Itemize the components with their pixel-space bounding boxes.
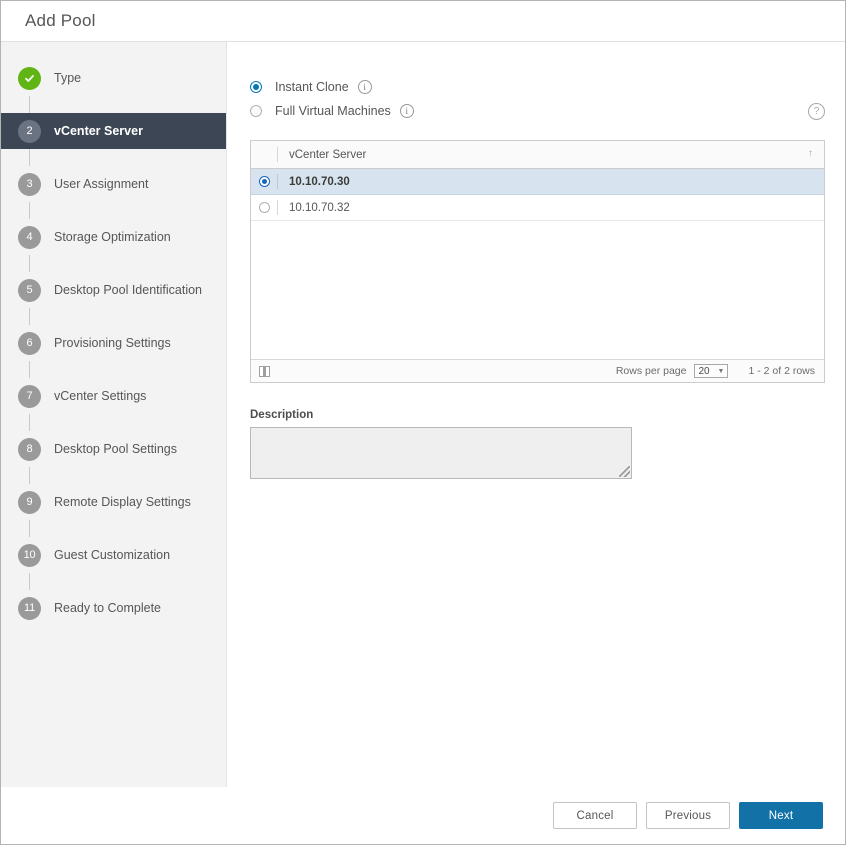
sidebar-step-type[interactable]: Type [1, 60, 226, 96]
sidebar-step-vcenter-server[interactable]: 2 vCenter Server [1, 113, 226, 149]
sidebar-step-vcenter-settings[interactable]: 7 vCenter Settings [1, 378, 226, 414]
radio-option-full-virtual-machines[interactable]: Full Virtual Machines i [250, 100, 845, 122]
add-pool-dialog: Add Pool Type 2 vCenter Server 3 User Assign… [0, 0, 846, 845]
dialog-footer: Cancel Previous Next [1, 787, 845, 844]
sidebar-step-label: Guest Customization [54, 548, 170, 562]
sort-ascending-icon[interactable]: ↑ [808, 148, 813, 159]
row-select-cell[interactable] [251, 202, 277, 213]
previous-button[interactable]: Previous [646, 802, 730, 829]
step-connector-line [29, 467, 30, 484]
step-number-badge: 11 [18, 597, 41, 620]
chevron-down-icon: ▼ [718, 368, 725, 375]
step-number-badge: 8 [18, 438, 41, 461]
sidebar-step-label: vCenter Settings [54, 389, 146, 403]
step-connector-line [29, 308, 30, 325]
radio-button[interactable] [250, 105, 262, 117]
step-number-badge: 9 [18, 491, 41, 514]
table-row[interactable]: 10.10.70.32 [251, 195, 824, 221]
step-number-badge: 7 [18, 385, 41, 408]
sidebar-step-label: vCenter Server [54, 124, 143, 138]
sidebar-step-label: Desktop Pool Settings [54, 442, 177, 456]
dialog-titlebar: Add Pool [1, 1, 845, 42]
cancel-button[interactable]: Cancel [553, 802, 637, 829]
sidebar-step-label: Storage Optimization [54, 230, 171, 244]
table-header-select-col [251, 141, 277, 168]
table-body: 10.10.70.30 10.10.70.32 [251, 169, 824, 359]
info-icon[interactable]: i [400, 104, 414, 118]
dialog-body: Type 2 vCenter Server 3 User Assignment 4 Stor… [1, 42, 845, 787]
row-select-cell[interactable] [251, 176, 277, 187]
rows-per-page-label: Rows per page [616, 365, 687, 377]
step-connector-line [29, 414, 30, 431]
wizard-sidebar: Type 2 vCenter Server 3 User Assignment 4 Stor… [1, 42, 227, 787]
table-footer: Rows per page 20 ▼ 1 - 2 of 2 rows [251, 359, 824, 382]
step-number-badge: 2 [18, 120, 41, 143]
sidebar-step-user-assignment[interactable]: 3 User Assignment [1, 166, 226, 202]
sidebar-step-label: Type [54, 71, 81, 85]
step-connector-line [29, 361, 30, 378]
table-row[interactable]: 10.10.70.30 [251, 169, 824, 195]
sidebar-step-storage-optimization[interactable]: 4 Storage Optimization [1, 219, 226, 255]
resize-handle-icon[interactable] [619, 466, 630, 477]
sidebar-step-remote-display-settings[interactable]: 9 Remote Display Settings [1, 484, 226, 520]
radio-label: Instant Clone [275, 80, 349, 94]
page-title: Add Pool [25, 11, 96, 31]
step-number-badge: 5 [18, 279, 41, 302]
table-header-vcenter-server[interactable]: vCenter Server [277, 147, 824, 162]
row-vcenter-server-value: 10.10.70.32 [277, 200, 824, 215]
next-button[interactable]: Next [739, 802, 823, 829]
step-connector-line [29, 520, 30, 537]
step-connector-line [29, 573, 30, 590]
sidebar-step-ready-to-complete[interactable]: 11 Ready to Complete [1, 590, 226, 626]
radio-button[interactable] [250, 81, 262, 93]
step-number-badge: 10 [18, 544, 41, 567]
sidebar-step-label: Remote Display Settings [54, 495, 191, 509]
step-number-badge: 6 [18, 332, 41, 355]
sidebar-step-label: Provisioning Settings [54, 336, 171, 350]
description-input[interactable] [250, 427, 632, 479]
table-header-row: vCenter Server ↑ [251, 141, 824, 169]
step-number-badge: 4 [18, 226, 41, 249]
sidebar-step-guest-customization[interactable]: 10 Guest Customization [1, 537, 226, 573]
help-icon[interactable]: ? [808, 103, 825, 120]
step-connector-line [29, 202, 30, 219]
step-complete-check-icon [18, 67, 41, 90]
sidebar-step-desktop-pool-settings[interactable]: 8 Desktop Pool Settings [1, 431, 226, 467]
main-content: ? Instant Clone i Full Virtual Machines i v… [227, 42, 845, 787]
step-connector-line [29, 255, 30, 272]
rows-per-page-value: 20 [698, 366, 709, 377]
description-label: Description [250, 409, 845, 421]
row-count-label: 1 - 2 of 2 rows [748, 365, 815, 377]
radio-option-instant-clone[interactable]: Instant Clone i [250, 76, 845, 98]
row-vcenter-server-value: 10.10.70.30 [277, 174, 824, 189]
sidebar-step-provisioning-settings[interactable]: 6 Provisioning Settings [1, 325, 226, 361]
step-connector-line [29, 96, 30, 113]
step-number-badge: 3 [18, 173, 41, 196]
column-picker-icon[interactable] [259, 366, 270, 377]
sidebar-step-label: Ready to Complete [54, 601, 161, 615]
description-block: Description [250, 409, 845, 479]
row-radio-button[interactable] [259, 202, 270, 213]
info-icon[interactable]: i [358, 80, 372, 94]
sidebar-step-label: Desktop Pool Identification [54, 283, 202, 297]
sidebar-step-label: User Assignment [54, 177, 148, 191]
clone-type-radio-group: Instant Clone i Full Virtual Machines i [227, 42, 845, 122]
step-connector-line [29, 149, 30, 166]
row-radio-button[interactable] [259, 176, 270, 187]
radio-label: Full Virtual Machines [275, 104, 391, 118]
sidebar-step-desktop-pool-identification[interactable]: 5 Desktop Pool Identification [1, 272, 226, 308]
vcenter-server-table: vCenter Server ↑ 10.10.70.3010.10.70.32 … [250, 140, 825, 383]
rows-per-page-select[interactable]: 20 ▼ [694, 364, 728, 378]
